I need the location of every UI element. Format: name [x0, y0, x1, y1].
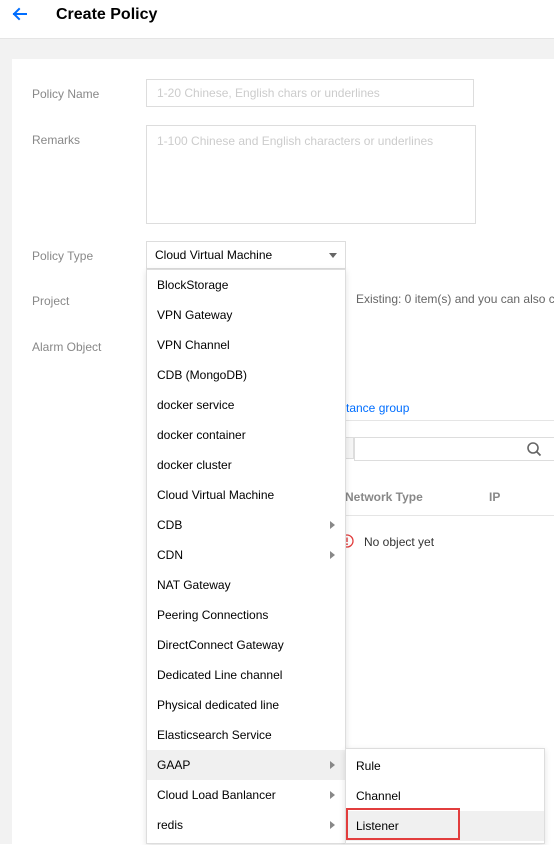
search-icon[interactable]	[526, 441, 542, 457]
dropdown-item-cdb[interactable]: CDB	[147, 510, 345, 540]
dropdown-item-label: NAT Gateway	[157, 578, 231, 592]
column-network-type: Network Type	[345, 490, 423, 504]
submenu-item-listener[interactable]: Listener	[346, 811, 544, 841]
policy-name-placeholder: 1-20 Chinese, English chars or underline…	[157, 86, 380, 100]
dropdown-item-peering-connections[interactable]: Peering Connections	[147, 600, 345, 630]
table-divider	[340, 515, 554, 516]
dropdown-item-label: docker cluster	[157, 458, 232, 472]
dropdown-item-dedicated-line-channel[interactable]: Dedicated Line channel	[147, 660, 345, 690]
gaap-submenu: Rule Channel Listener	[345, 748, 545, 844]
chevron-right-icon	[330, 551, 335, 559]
dropdown-item-label: docker service	[157, 398, 235, 412]
chevron-right-icon	[330, 791, 335, 799]
project-hint: Existing: 0 item(s) and you can also cr	[356, 292, 554, 306]
dropdown-item-label: Cloud Load Banlancer	[157, 788, 276, 802]
submenu-item-label: Rule	[356, 759, 381, 773]
dropdown-item-label: VPN Gateway	[157, 308, 233, 322]
dropdown-item-label: Dedicated Line channel	[157, 668, 283, 682]
dropdown-item-docker-cluster[interactable]: docker cluster	[147, 450, 345, 480]
chevron-right-icon	[330, 761, 335, 769]
dropdown-item-nat-gateway[interactable]: NAT Gateway	[147, 570, 345, 600]
instance-group-link[interactable]: stance group	[340, 401, 460, 415]
dropdown-item-label: GAAP	[157, 758, 191, 772]
dropdown-item-cloud-load-balancer[interactable]: Cloud Load Banlancer	[147, 780, 345, 810]
dropdown-item-vpn-channel[interactable]: VPN Channel	[147, 330, 345, 360]
dropdown-item-label: CDB	[157, 518, 183, 532]
dropdown-item-label: CDN	[157, 548, 183, 562]
dropdown-item-cloud-virtual-machine[interactable]: Cloud Virtual Machine	[147, 480, 345, 510]
dropdown-item-label: docker container	[157, 428, 246, 442]
arrow-left-icon[interactable]	[10, 4, 30, 24]
submenu-item-rule[interactable]: Rule	[346, 751, 544, 781]
dropdown-item-docker-service[interactable]: docker service	[147, 390, 345, 420]
submenu-item-label: Listener	[356, 819, 399, 833]
dropdown-item-redis[interactable]: redis	[147, 810, 345, 840]
dropdown-item-cdb-mongodb[interactable]: CDB (MongoDB)	[147, 360, 345, 390]
dropdown-item-label: Physical dedicated line	[157, 698, 280, 712]
alarm-object-label: Alarm Object	[32, 340, 102, 354]
dropdown-item-physical-dedicated-line[interactable]: Physical dedicated line	[147, 690, 345, 720]
dropdown-item-label: BlockStorage	[157, 278, 229, 292]
dropdown-item-label: CDB (MongoDB)	[157, 368, 248, 382]
dropdown-item-docker-container[interactable]: docker container	[147, 420, 345, 450]
dropdown-item-label: redis	[157, 818, 184, 832]
submenu-item-channel[interactable]: Channel	[346, 781, 544, 811]
policy-name-label: Policy Name	[32, 87, 100, 101]
chevron-right-icon	[330, 521, 335, 529]
dropdown-item-label: VPN Channel	[157, 338, 230, 352]
remarks-textarea[interactable]: 1-100 Chinese and English characters or …	[146, 125, 476, 224]
dropdown-item-directconnect-gateway[interactable]: DirectConnect Gateway	[147, 630, 345, 660]
dropdown-item-label: Elasticsearch Service	[157, 728, 272, 742]
remarks-label: Remarks	[32, 133, 81, 147]
chevron-down-icon	[329, 253, 337, 258]
dropdown-item-label: Peering Connections	[157, 608, 269, 622]
dropdown-item-elasticsearch-service[interactable]: Elasticsearch Service	[147, 720, 345, 750]
dropdown-item-label: DirectConnect Gateway	[157, 638, 284, 652]
page-title: Create Policy	[56, 6, 158, 23]
dropdown-item-blockstorage[interactable]: BlockStorage	[147, 270, 345, 300]
policy-type-value: Cloud Virtual Machine	[155, 248, 273, 262]
object-search-input[interactable]	[354, 437, 554, 461]
project-label: Project	[32, 294, 70, 308]
policy-type-label: Policy Type	[32, 249, 94, 263]
dropdown-item-cdn[interactable]: CDN	[147, 540, 345, 570]
dropdown-item-gaap[interactable]: GAAP	[147, 750, 345, 780]
chevron-right-icon	[330, 821, 335, 829]
remarks-placeholder: 1-100 Chinese and English characters or …	[157, 134, 434, 148]
policy-type-select[interactable]: Cloud Virtual Machine	[146, 241, 346, 269]
policy-name-input[interactable]: 1-20 Chinese, English chars or underline…	[146, 79, 474, 107]
submenu-item-label: Channel	[356, 789, 401, 803]
top-bar: Create Policy	[0, 0, 554, 39]
policy-type-dropdown: BlockStorage VPN Gateway VPN Channel CDB…	[146, 269, 346, 844]
column-ip: IP	[489, 490, 501, 504]
empty-state-text: No object yet	[364, 535, 435, 549]
dropdown-item-vpn-gateway[interactable]: VPN Gateway	[147, 300, 345, 330]
dropdown-item-label: Cloud Virtual Machine	[157, 488, 275, 502]
